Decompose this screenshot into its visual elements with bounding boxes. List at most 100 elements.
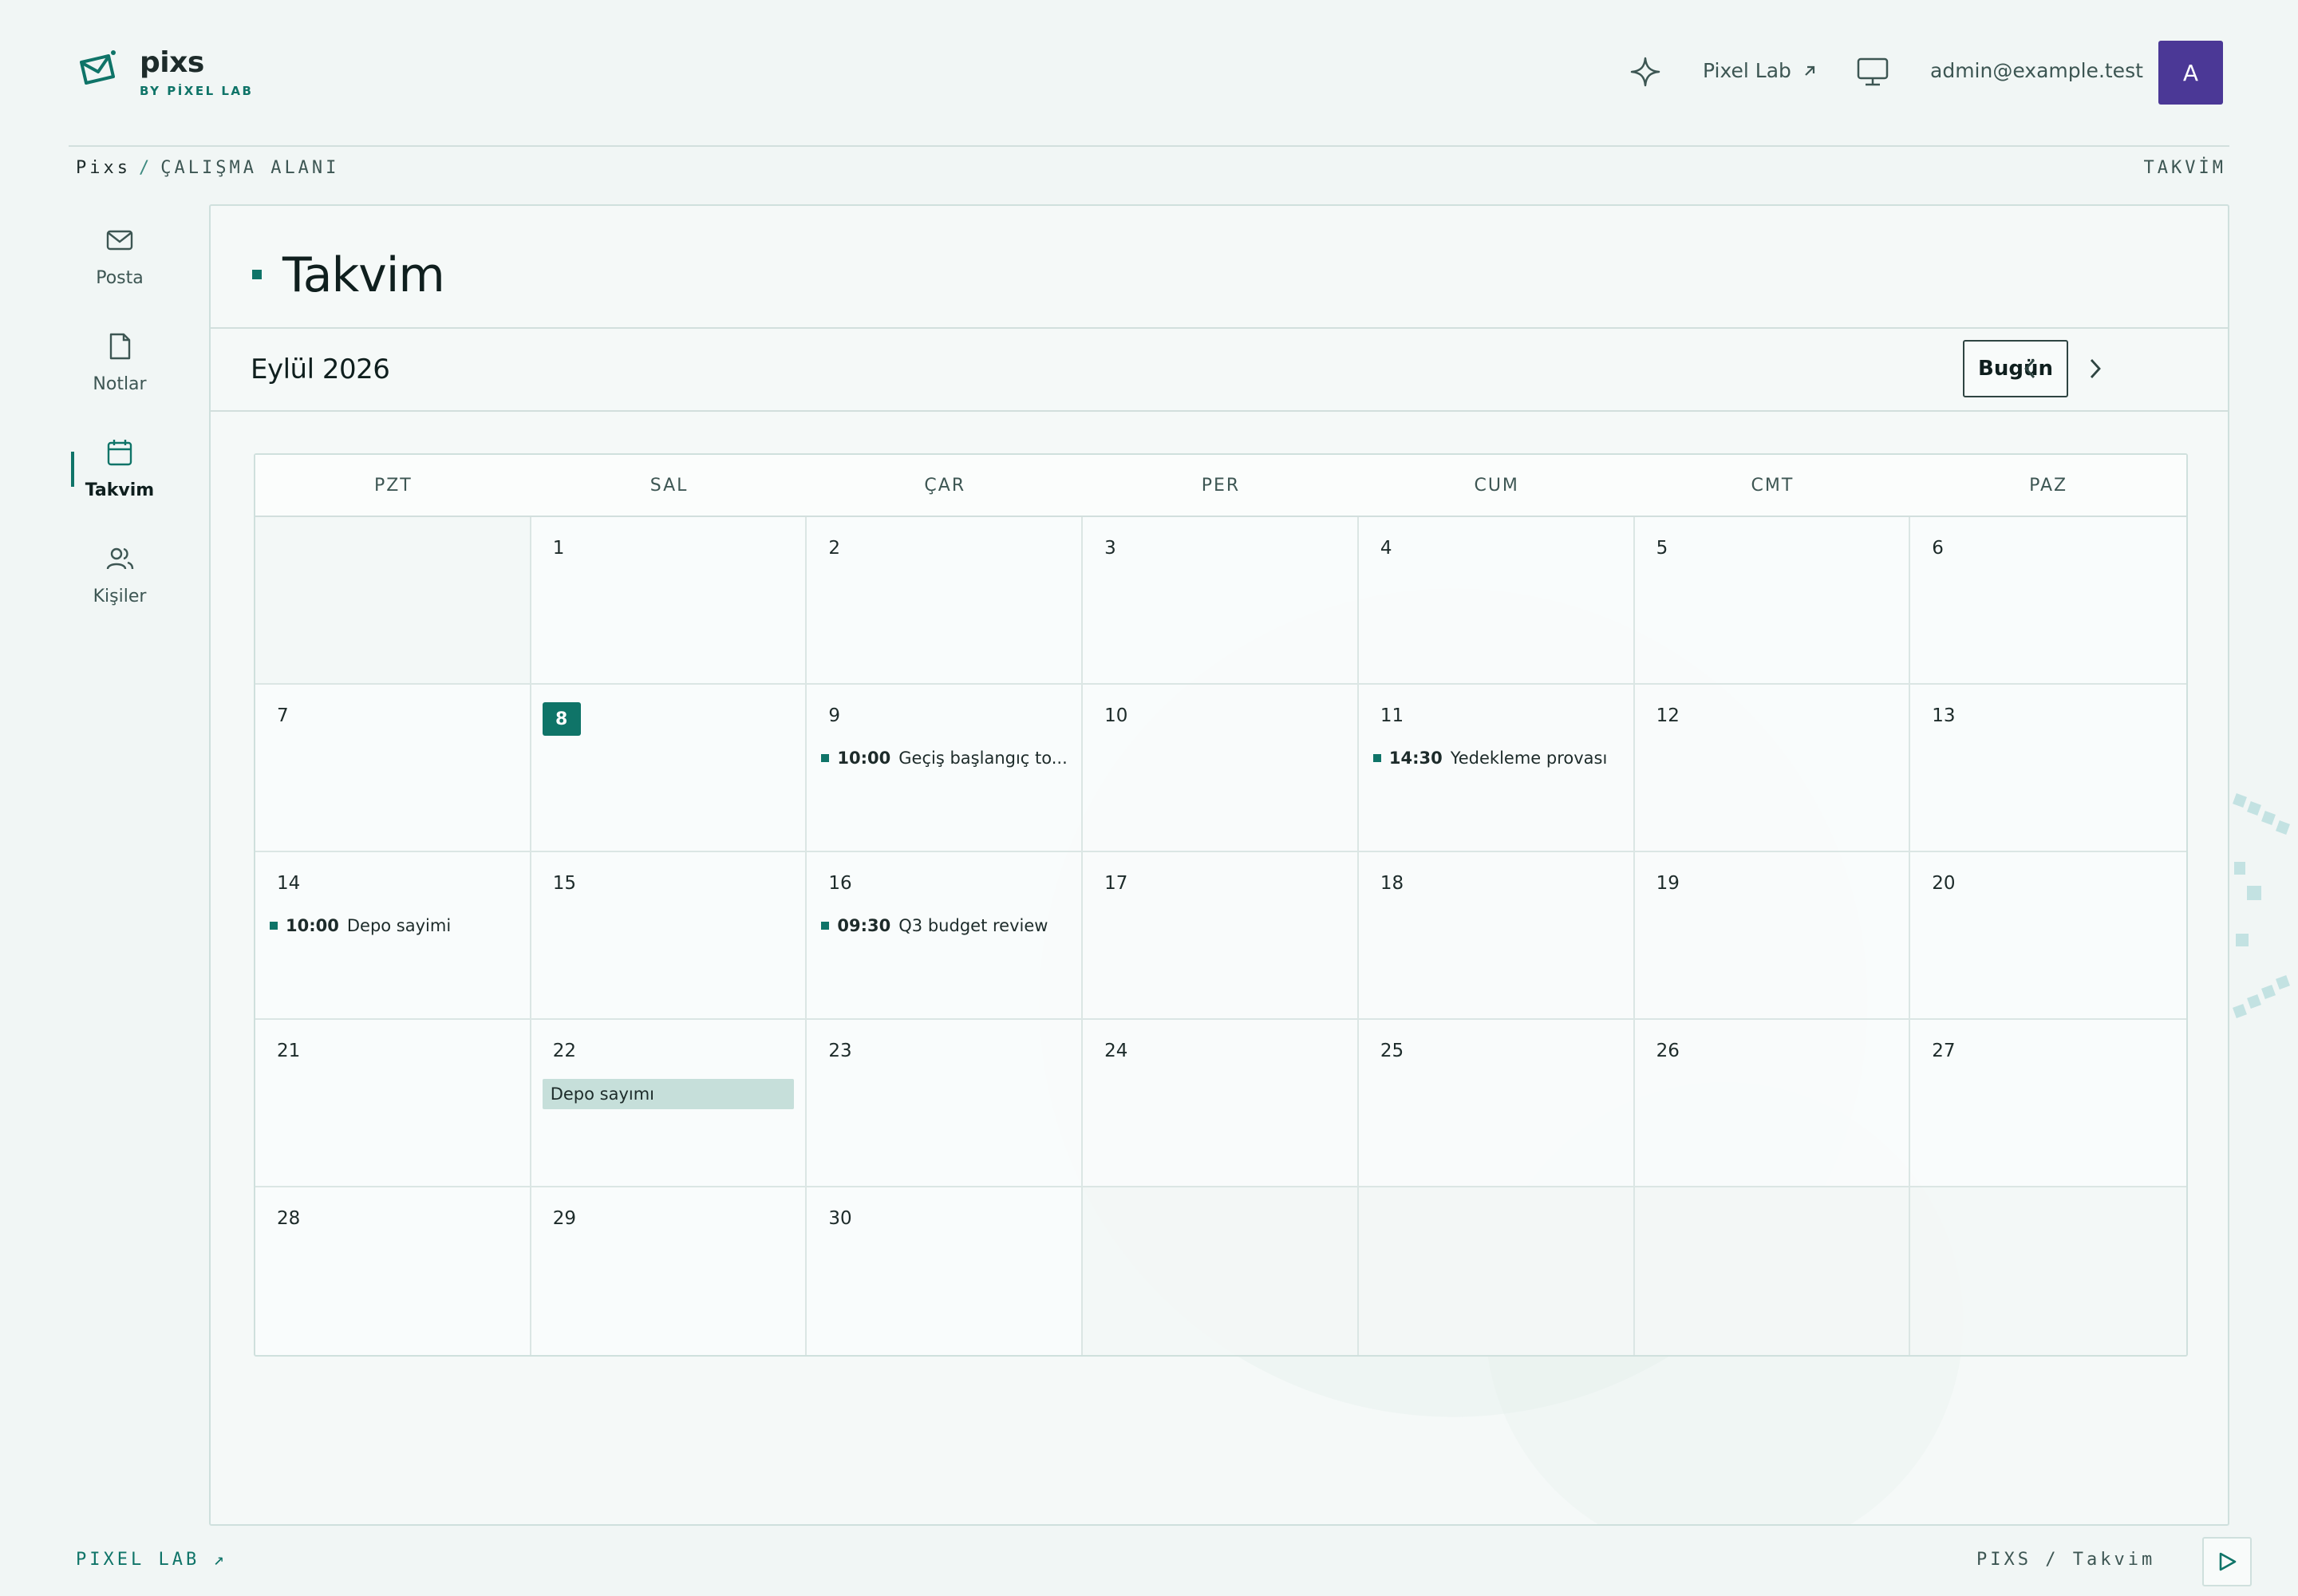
calendar-event[interactable]: 09:30 Q3 budget review: [821, 916, 1073, 935]
chevron-left-icon: [2024, 359, 2035, 378]
sparkle-icon[interactable]: [1629, 56, 1661, 88]
day-number: 17: [1104, 873, 1128, 894]
empty-day-cell: [1358, 1187, 1635, 1355]
sidebar-item-kisiler[interactable]: Kişiler: [69, 534, 171, 640]
breadcrumb-section-label: TAKVİM: [2143, 158, 2226, 178]
play-button[interactable]: [2202, 1537, 2252, 1586]
event-time: 09:30: [837, 916, 891, 935]
day-cell[interactable]: 3: [1083, 517, 1359, 685]
weekday-label: CUM: [1474, 475, 1519, 496]
breadcrumb-current: ÇALIŞMA ALANI: [160, 158, 340, 178]
day-number: 26: [1656, 1041, 1680, 1061]
day-cell[interactable]: 14 10:00 Depo sayimi: [255, 852, 531, 1020]
day-cell[interactable]: 19: [1634, 852, 1911, 1020]
day-cell[interactable]: 28: [255, 1187, 531, 1355]
day-cell[interactable]: 5: [1634, 517, 1911, 685]
pixel-lab-link[interactable]: Pixel Lab: [1703, 59, 1817, 82]
note-icon: [109, 333, 131, 360]
calendar-event[interactable]: 14:30 Yedekleme provası: [1372, 749, 1625, 768]
day-cell[interactable]: 21: [255, 1020, 531, 1187]
day-cell[interactable]: 8: [531, 685, 807, 852]
brand-name: pixs: [140, 46, 204, 79]
day-cell[interactable]: 23: [807, 1020, 1084, 1187]
next-month-button[interactable]: [2076, 350, 2114, 388]
day-number: 23: [828, 1041, 852, 1061]
day-cell[interactable]: 9 10:00 Geçiş başlangıç to...: [807, 685, 1084, 852]
weekday-label: PER: [1201, 475, 1241, 496]
day-cell[interactable]: 12: [1634, 685, 1911, 852]
mail-icon: [106, 230, 133, 251]
day-cell[interactable]: 29: [531, 1187, 807, 1355]
day-number: 12: [1656, 705, 1680, 726]
day-number: 20: [1932, 873, 1956, 894]
page-title: Takvim: [282, 247, 445, 303]
all-day-event[interactable]: Depo sayımı: [542, 1079, 795, 1109]
calendar-event[interactable]: 10:00 Depo sayimi: [270, 916, 522, 935]
event-dot: [1372, 754, 1381, 762]
day-cell[interactable]: 1: [531, 517, 807, 685]
envelope-logo-icon: [80, 50, 116, 85]
day-cell[interactable]: 10: [1083, 685, 1359, 852]
title-divider: [211, 327, 2228, 329]
day-number: 3: [1104, 538, 1116, 559]
sidebar-item-posta[interactable]: Posta: [69, 215, 171, 322]
day-cell[interactable]: 6: [1910, 517, 2186, 685]
previous-month-button[interactable]: [2011, 350, 2049, 388]
event-time: 10:00: [286, 916, 339, 935]
calendar-weeks: 1 2 3 4 5 6 7 8 9 10:00 Geçiş başlangıç to... 10 11 1…: [255, 517, 2186, 1355]
day-number: 21: [277, 1041, 301, 1061]
day-cell[interactable]: 11 14:30 Yedekleme provası: [1358, 685, 1635, 852]
sidebar-active-indicator: [71, 452, 74, 487]
sidebar-item-takvim[interactable]: Takvim: [69, 428, 171, 534]
day-number: 16: [828, 873, 852, 894]
day-number: 5: [1656, 538, 1668, 559]
day-cell[interactable]: 13: [1910, 685, 2186, 852]
day-number: 6: [1932, 538, 1944, 559]
weekday-label: SAL: [650, 475, 689, 496]
day-cell[interactable]: 17: [1083, 852, 1359, 1020]
day-number: 29: [552, 1208, 576, 1229]
chevron-right-icon: [2090, 359, 2101, 378]
calendar-event[interactable]: 10:00 Geçiş başlangıç to...: [821, 749, 1073, 768]
day-cell[interactable]: 7: [255, 685, 531, 852]
monitor-icon[interactable]: [1856, 56, 1889, 88]
day-cell[interactable]: 22 Depo sayımı: [531, 1020, 807, 1187]
day-cell[interactable]: 30: [807, 1187, 1084, 1355]
day-cell[interactable]: 2: [807, 517, 1084, 685]
weekday-label: PZT: [373, 475, 413, 496]
sidebar-item-notlar[interactable]: Notlar: [69, 322, 171, 428]
play-icon: [2219, 1552, 2237, 1571]
footer-pixel-lab-link[interactable]: PIXEL LAB ↗: [76, 1550, 227, 1570]
sidebar-item-label: Notlar: [93, 374, 147, 394]
day-cell[interactable]: 20: [1910, 852, 2186, 1020]
day-cell[interactable]: 25: [1358, 1020, 1635, 1187]
sidebar-item-label: Posta: [96, 268, 144, 288]
day-number: 11: [1380, 705, 1404, 726]
avatar[interactable]: A: [2158, 41, 2223, 105]
event-title: Geçiş başlangıç to...: [898, 749, 1068, 768]
day-cell[interactable]: 27: [1910, 1020, 2186, 1187]
sidebar-item-label: Takvim: [85, 480, 155, 500]
day-number: 9: [828, 705, 841, 726]
empty-day-cell: [1634, 1187, 1911, 1355]
event-dot: [821, 754, 830, 762]
day-cell[interactable]: 4: [1358, 517, 1635, 685]
day-number: 2: [828, 538, 841, 559]
day-cell[interactable]: 15: [531, 852, 807, 1020]
day-number: 10: [1104, 705, 1128, 726]
user-email: admin@example.test: [1930, 59, 2143, 82]
day-number: 28: [277, 1208, 301, 1229]
day-cell[interactable]: 16 09:30 Q3 budget review: [807, 852, 1084, 1020]
app-header: pixs BY PİXEL LAB Pixel Lab admin@exampl…: [0, 0, 2298, 145]
event-time: 10:00: [837, 749, 891, 768]
day-number: 25: [1380, 1041, 1404, 1061]
day-number: 7: [277, 705, 289, 726]
day-cell[interactable]: 18: [1358, 852, 1635, 1020]
header-divider: [69, 145, 2229, 147]
weekday-label: CMT: [1751, 475, 1795, 496]
day-number: 4: [1380, 538, 1392, 559]
breadcrumb-root[interactable]: Pixs: [76, 158, 131, 178]
day-number: 1: [552, 538, 565, 559]
day-cell[interactable]: 26: [1634, 1020, 1911, 1187]
day-cell[interactable]: 24: [1083, 1020, 1359, 1187]
